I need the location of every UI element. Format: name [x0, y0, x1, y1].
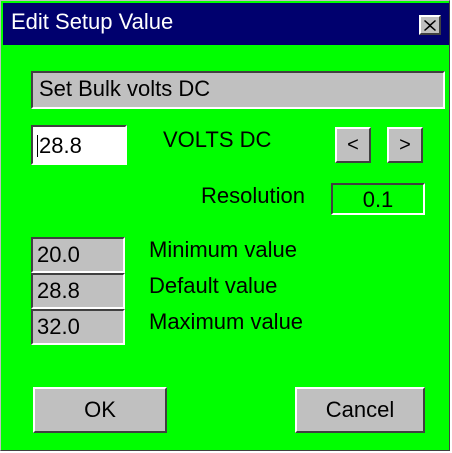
increment-button[interactable]: > — [387, 127, 423, 163]
setting-description: Set Bulk volts DC — [31, 71, 445, 109]
resolution-label: Resolution — [201, 183, 305, 208]
resolution-value-text: 0.1 — [362, 187, 394, 212]
ok-button-label: OK — [84, 397, 116, 422]
edit-setup-value-dialog: Edit Setup Value Set Bulk volts DC 28.8 … — [0, 0, 450, 451]
default-value-label: Default value — [149, 273, 278, 298]
window-title: Edit Setup Value — [11, 9, 174, 34]
ok-button[interactable]: OK — [33, 387, 167, 433]
maximum-value-field: 32.0 — [31, 309, 125, 345]
chevron-left-icon: < — [347, 133, 359, 156]
units-label: VOLTS DC — [163, 127, 272, 152]
close-button[interactable] — [419, 15, 441, 35]
chevron-right-icon: > — [399, 133, 411, 156]
cancel-button[interactable]: Cancel — [295, 387, 425, 433]
minimum-value-field: 20.0 — [31, 237, 125, 273]
decrement-button[interactable]: < — [335, 127, 371, 163]
text-caret — [37, 135, 38, 157]
value-input[interactable]: 28.8 — [31, 125, 127, 165]
maximum-value-label: Maximum value — [149, 309, 304, 334]
title-bar[interactable]: Edit Setup Value — [3, 3, 449, 45]
default-value-field: 28.8 — [31, 273, 125, 309]
close-icon — [424, 19, 436, 31]
cancel-button-label: Cancel — [325, 397, 395, 422]
resolution-value: 0.1 — [331, 183, 425, 215]
minimum-value-label: Minimum value — [149, 237, 297, 262]
value-input-text: 28.8 — [39, 133, 82, 158]
